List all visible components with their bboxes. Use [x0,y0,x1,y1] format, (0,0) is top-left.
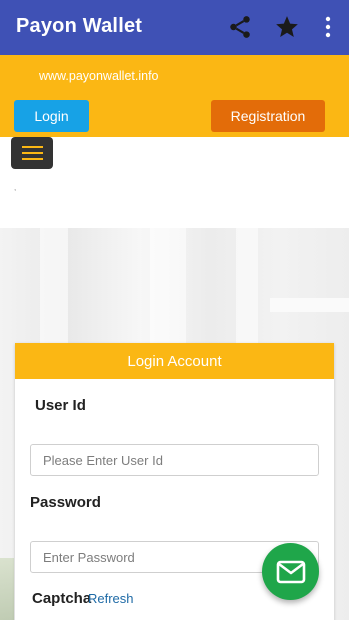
app-title: Payon Wallet [16,15,143,37]
captcha-refresh-link[interactable]: Refresh [88,591,134,606]
header-band: www.payonwallet.info Login Registration [0,55,349,137]
star-icon[interactable] [272,12,302,42]
more-vert-icon[interactable] [313,12,343,42]
captcha-label: Captcha [32,590,92,607]
login-button[interactable]: Login [14,100,89,132]
stray-mark: , [14,183,17,192]
mail-icon[interactable] [262,543,319,600]
site-url[interactable]: www.payonwallet.info [39,69,159,83]
user-id-input[interactable] [30,444,319,476]
registration-button[interactable]: Registration [211,100,325,132]
login-card-title: Login Account [15,343,334,379]
share-icon[interactable] [225,12,255,42]
hamburger-menu-icon[interactable] [11,137,53,169]
app-bar: Payon Wallet [0,0,349,55]
password-label: Password [30,494,101,511]
user-id-label: User Id [35,397,86,414]
